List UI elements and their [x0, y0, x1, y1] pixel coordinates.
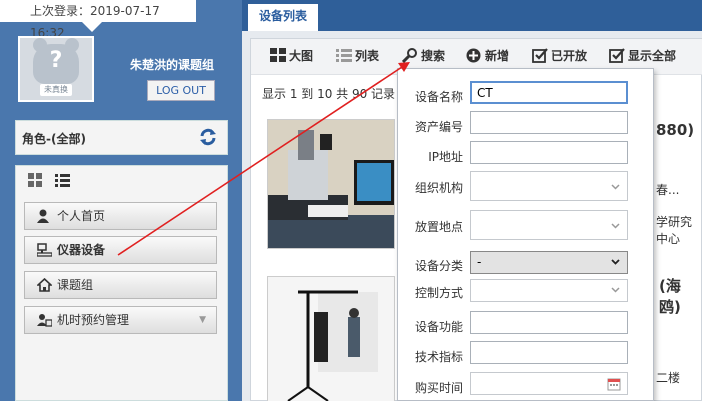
list-icon — [336, 49, 352, 62]
computer-icon — [37, 243, 52, 257]
home-icon — [37, 278, 52, 292]
role-label: 角色-(全部) — [22, 132, 86, 146]
avatar[interactable]: ? 未真换 — [18, 36, 94, 102]
menu-item-home[interactable]: 个人首页 — [24, 202, 217, 230]
sync-icon[interactable] — [199, 128, 217, 146]
large-view-button[interactable]: 大图 — [270, 48, 313, 64]
schedule-icon — [37, 314, 52, 327]
sidebar: 上次登录：2019-07-17 16:32 ? 未真换 朱楚洪的课题组 LOG … — [0, 0, 242, 401]
avatar-badge: 未真换 — [40, 84, 72, 96]
device-name-label: 设备名称 — [414, 90, 463, 104]
category-select[interactable]: - — [470, 251, 628, 274]
group-name: 朱楚洪的课题组 — [130, 58, 215, 72]
location-select[interactable] — [470, 210, 628, 240]
ip-address-input[interactable] — [470, 141, 628, 164]
purchase-date-input[interactable] — [470, 372, 628, 395]
control-mode-label: 控制方式 — [414, 286, 463, 300]
device-info-fragment: 春... — [656, 183, 680, 197]
menu-panel: 个人首页 仪器设备 课题组 机时预约管理 ▼ — [15, 165, 228, 401]
location-label: 放置地点 — [414, 220, 463, 234]
category-label: 设备分类 — [414, 259, 463, 273]
role-selector[interactable]: 角色-(全部) — [15, 120, 228, 155]
menu-item-label: 个人首页 — [57, 209, 106, 223]
organization-label: 组织机构 — [414, 181, 463, 195]
purchase-date-label: 购买时间 — [414, 381, 463, 395]
opened-filter-button[interactable]: 已开放 — [532, 48, 587, 64]
checkbox-icon — [609, 48, 625, 63]
checkbox-icon — [532, 48, 548, 63]
menu-item-research-group[interactable]: 课题组 — [24, 271, 217, 299]
tab-device-list[interactable]: 设备列表 — [248, 4, 318, 31]
chevron-down-icon: ▼ — [199, 315, 206, 325]
grid-icon — [270, 48, 286, 62]
calendar-icon[interactable] — [607, 377, 621, 391]
ip-address-label: IP地址 — [428, 150, 463, 164]
list-view-icon[interactable] — [54, 173, 70, 191]
chevron-down-icon — [611, 287, 620, 293]
show-all-button[interactable]: 显示全部 — [609, 48, 676, 64]
logout-button[interactable]: LOG OUT — [147, 80, 215, 101]
device-info-fragment: 学研究中心 — [656, 215, 693, 246]
menu-item-label: 课题组 — [57, 278, 94, 292]
grid-view-icon[interactable] — [28, 173, 43, 191]
search-button[interactable]: 搜索 — [402, 48, 445, 64]
search-icon — [402, 48, 417, 63]
device-info-fragment: 二楼 — [656, 371, 681, 385]
device-title-fragment: (海鸥) — [659, 277, 681, 316]
menu-item-label: 机时预约管理 — [57, 313, 130, 327]
list-view-button[interactable]: 列表 — [336, 48, 379, 64]
chevron-down-icon — [611, 259, 620, 265]
asset-number-label: 资产编号 — [414, 120, 463, 134]
device-name-input[interactable]: CT — [470, 81, 628, 104]
organization-select[interactable] — [470, 171, 628, 201]
device-title-fragment: 880) — [656, 121, 695, 139]
asset-number-input[interactable] — [470, 111, 628, 134]
device-thumbnail[interactable] — [267, 276, 395, 401]
search-form-popup: 设备名称 CT 资产编号 IP地址 组织机构 放置地点 设备分类 - 控制方式 … — [397, 68, 654, 401]
add-button[interactable]: 新增 — [466, 48, 509, 64]
record-count: 显示 1 到 10 共 90 记录 — [262, 87, 396, 101]
user-icon — [37, 209, 49, 223]
last-login-text: 上次登录：2019-07-17 16:32 — [0, 0, 196, 40]
tab-bar: 设备列表 — [242, 0, 702, 31]
spec-input[interactable] — [470, 341, 628, 364]
function-label: 设备功能 — [414, 320, 463, 334]
device-thumbnail[interactable] — [267, 119, 395, 249]
chevron-down-icon — [611, 223, 620, 229]
control-mode-select[interactable] — [470, 279, 628, 302]
spec-label: 技术指标 — [414, 350, 463, 364]
function-input[interactable] — [470, 311, 628, 334]
chevron-down-icon — [611, 184, 620, 190]
menu-item-label: 仪器设备 — [57, 243, 106, 257]
plus-circle-icon — [466, 48, 481, 63]
menu-item-booking[interactable]: 机时预约管理 ▼ — [24, 306, 217, 334]
menu-view-toggle — [28, 173, 78, 191]
menu-item-instruments[interactable]: 仪器设备 — [24, 236, 217, 264]
